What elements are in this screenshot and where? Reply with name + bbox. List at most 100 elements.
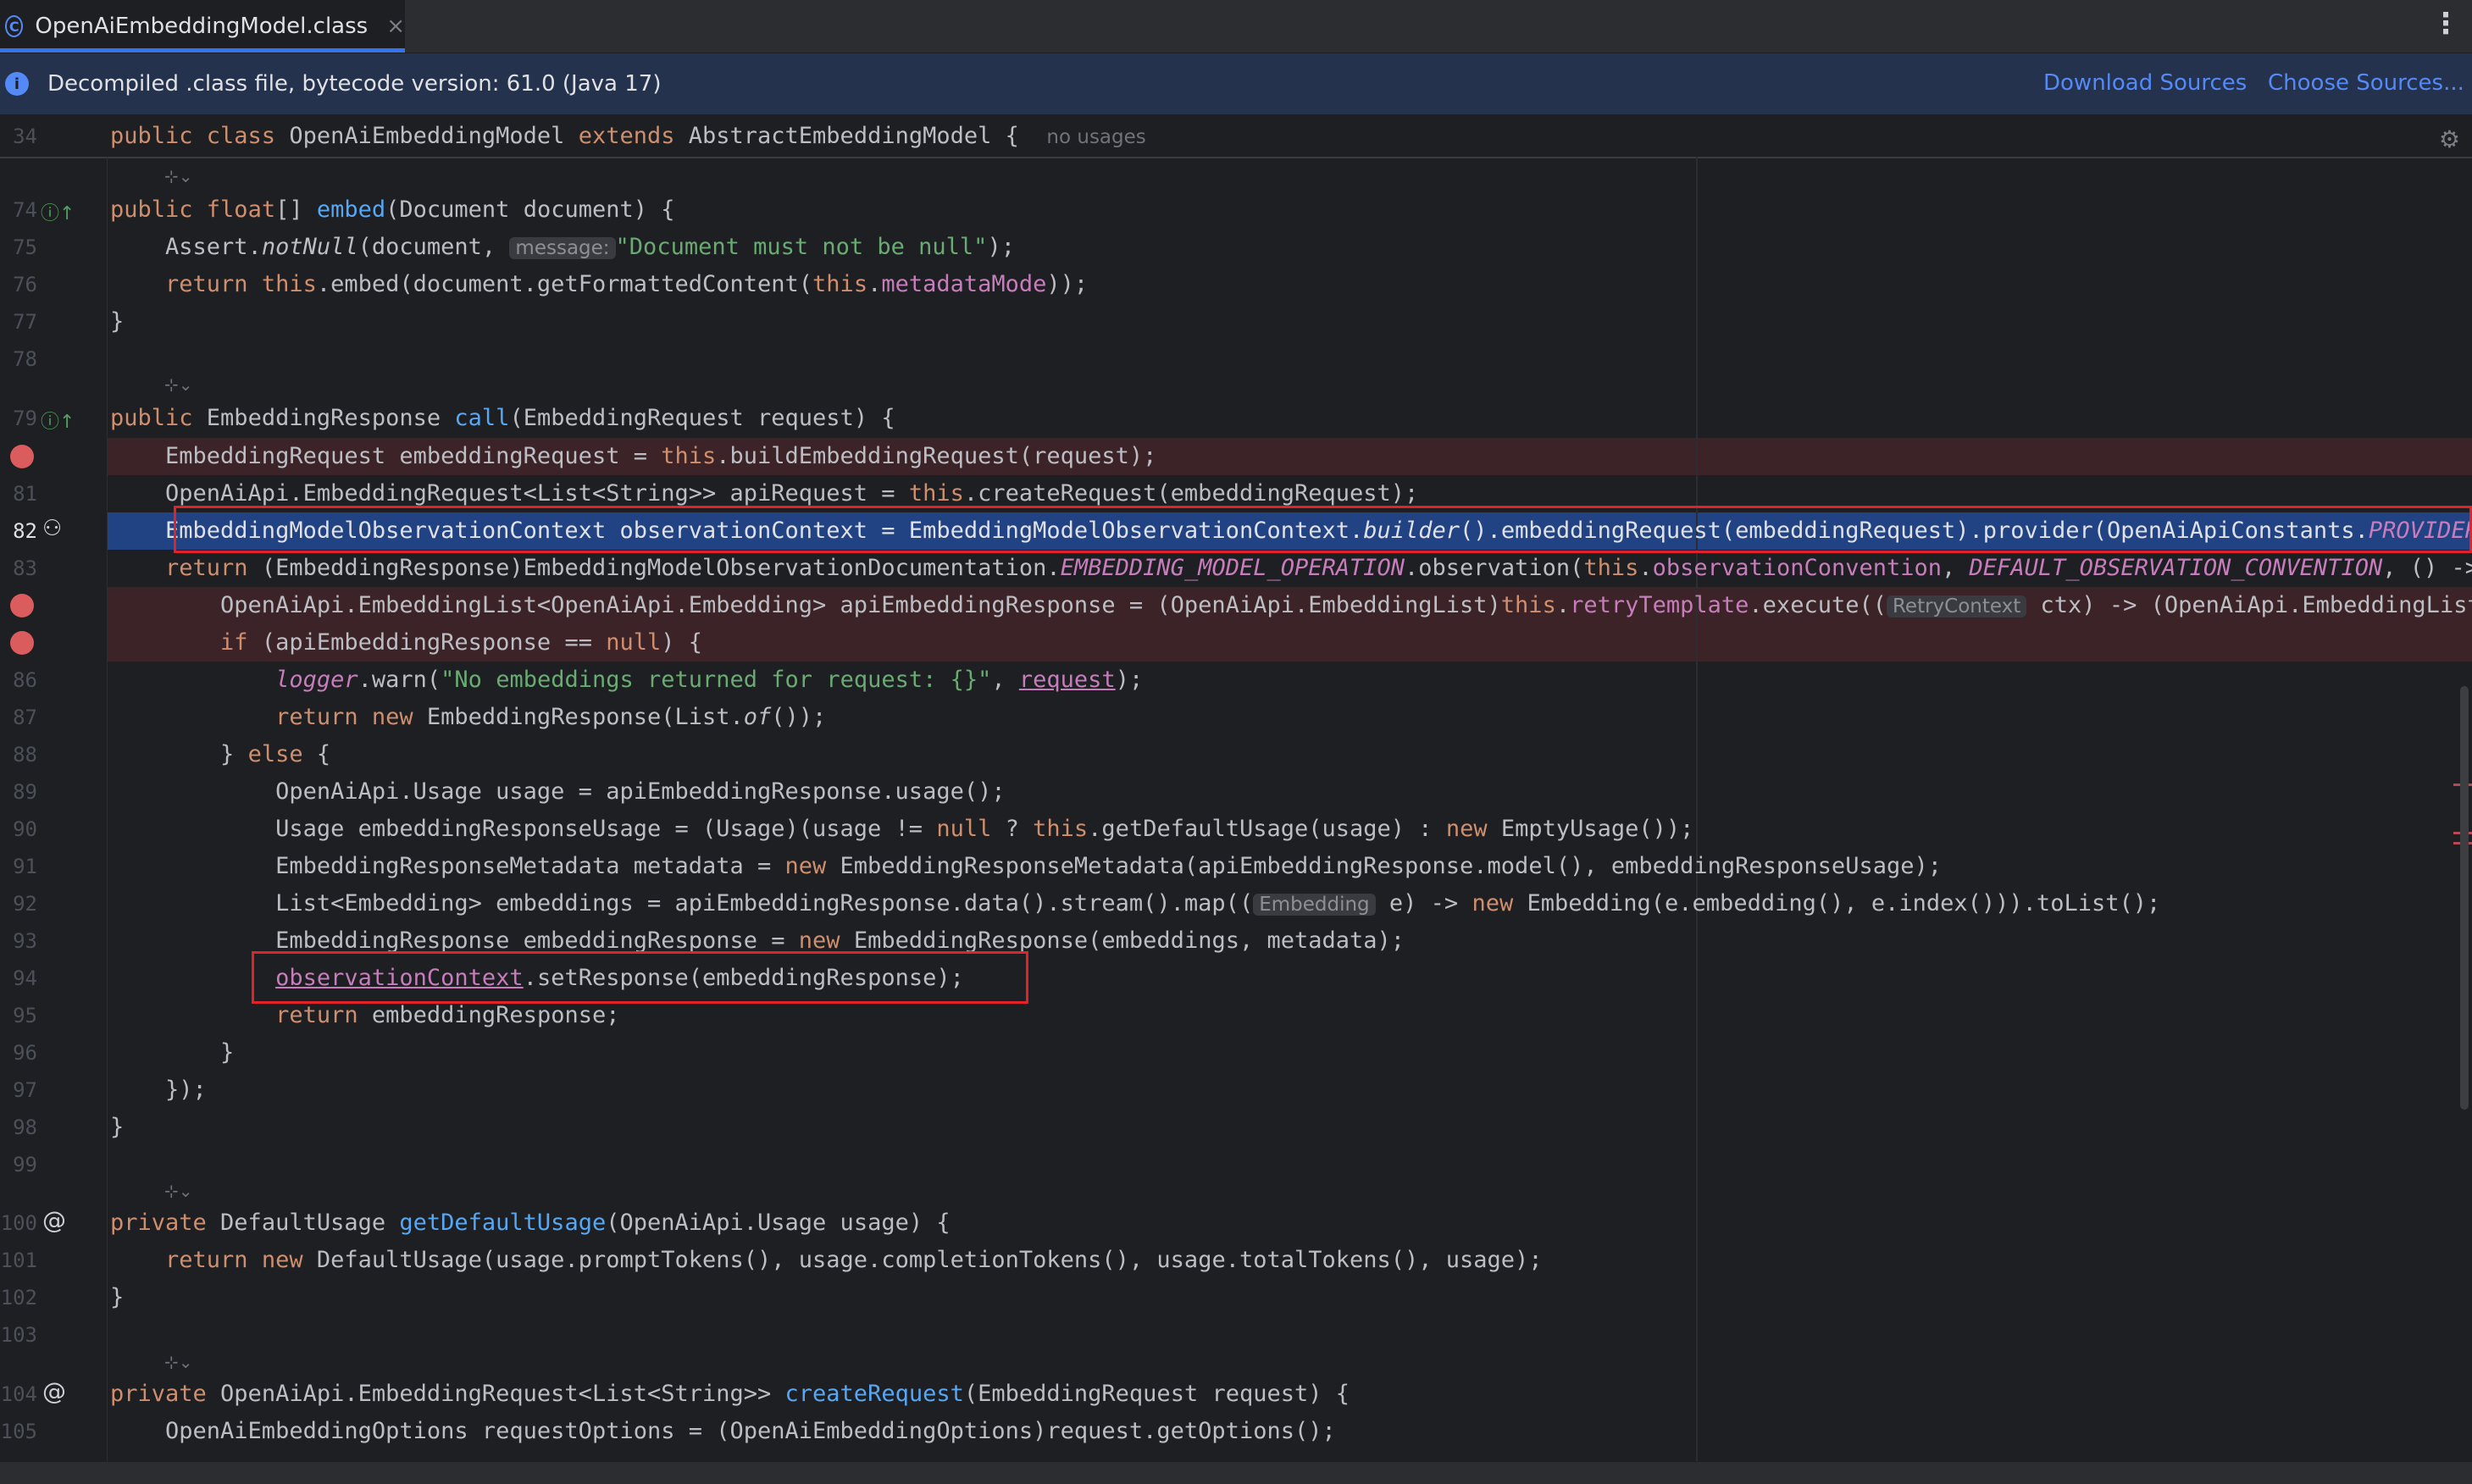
line-number: 79 xyxy=(13,407,37,430)
code-line[interactable]: 90 Usage embeddingResponseUsage = (Usage… xyxy=(0,811,2472,848)
code-line[interactable]: 102 } xyxy=(0,1279,2472,1316)
code-text: OpenAiApi.EmbeddingList<OpenAiApi.Embedd… xyxy=(110,592,2472,618)
vertical-scrollbar[interactable] xyxy=(2460,686,2469,1110)
line-number: 102 xyxy=(0,1286,37,1310)
breakpoint-icon[interactable] xyxy=(10,631,34,655)
code-line[interactable]: 105 OpenAiEmbeddingOptions requestOption… xyxy=(0,1413,2472,1450)
code-line[interactable]: 88 } else { xyxy=(0,736,2472,773)
class-icon: C xyxy=(5,15,24,37)
line-number: 104 xyxy=(0,1382,37,1406)
debug-execution-icon[interactable]: ⚇ xyxy=(42,516,62,541)
code-text: Assert.notNull(document, message: "Docume… xyxy=(110,234,1015,260)
download-sources-link[interactable]: Download Sources xyxy=(2043,70,2247,96)
line-number: 82 xyxy=(13,519,37,543)
code-text: private DefaultUsage getDefaultUsage(Ope… xyxy=(110,1210,951,1236)
info-icon: i xyxy=(5,72,29,96)
decompiled-info-bar: i Decompiled .class file, bytecode versi… xyxy=(0,53,2472,114)
line-number: 75 xyxy=(13,235,37,259)
fold-hint-icon[interactable]: ⊹⌄ xyxy=(164,1181,193,1201)
code-text: if (apiEmbeddingResponse == null) { xyxy=(220,629,703,656)
code-line[interactable]: 76 return this.embed(document.getFormatt… xyxy=(0,266,2472,303)
fold-hint-icon[interactable]: ⊹⌄ xyxy=(164,166,193,186)
line-number: 97 xyxy=(13,1078,37,1102)
editor-tab-bar: C OpenAiEmbeddingModel.class × ⋮ xyxy=(0,0,2472,53)
code-line[interactable]: 100 @ private DefaultUsage getDefaultUsa… xyxy=(0,1204,2472,1242)
code-line[interactable]: 97 }); xyxy=(0,1071,2472,1109)
line-number: 100 xyxy=(0,1211,37,1235)
line-number: 101 xyxy=(0,1249,37,1272)
code-text: }); xyxy=(110,1077,207,1103)
line-number: 34 xyxy=(13,125,37,148)
line-number: 94 xyxy=(13,966,37,990)
code-line[interactable]: 78 xyxy=(0,341,2472,378)
code-text: OpenAiEmbeddingOptions requestOptions = … xyxy=(110,1418,1336,1444)
code-line[interactable]: 87 return new EmbeddingResponse(List.of(… xyxy=(0,699,2472,736)
code-text: Usage embeddingResponseUsage = (Usage)(u… xyxy=(110,816,1694,842)
line-number: 93 xyxy=(13,929,37,953)
breakpoint-icon[interactable] xyxy=(10,594,34,617)
usages-hint[interactable]: no usages xyxy=(1046,126,1145,148)
close-icon[interactable]: × xyxy=(386,14,405,39)
code-line[interactable]: 86 logger.warn("No embeddings returned f… xyxy=(0,662,2472,699)
line-number: 99 xyxy=(13,1153,37,1177)
sticky-class-header[interactable]: 34 public class OpenAiEmbeddingModel ext… xyxy=(0,116,2472,158)
code-line[interactable]: OpenAiApi.EmbeddingList<OpenAiApi.Embedd… xyxy=(0,587,2472,624)
code-line[interactable]: 79 ⓘ↑ public EmbeddingResponse call(Embe… xyxy=(0,400,2472,437)
line-number: 87 xyxy=(13,706,37,729)
at-implementation-icon[interactable]: @ xyxy=(42,1206,66,1234)
code-text: EmbeddingResponseMetadata metadata = new… xyxy=(110,853,1942,879)
code-line[interactable]: 75 Assert.notNull(document, message: "Doc… xyxy=(0,229,2472,266)
override-icon[interactable]: ⓘ↑ xyxy=(41,407,75,434)
line-number: 81 xyxy=(13,482,37,506)
code-text: OpenAiApi.Usage usage = apiEmbeddingResp… xyxy=(110,778,1006,805)
code-text: } xyxy=(110,308,125,335)
code-text: public EmbeddingResponse call(EmbeddingR… xyxy=(110,405,895,431)
line-number: 86 xyxy=(13,668,37,692)
code-line[interactable]: 98 } xyxy=(0,1109,2472,1146)
code-text: } xyxy=(110,1039,235,1066)
line-number: 90 xyxy=(13,817,37,841)
override-icon[interactable]: ⓘ↑ xyxy=(41,198,75,225)
code-text: public float[] embed(Document document) … xyxy=(110,197,675,223)
gear-icon[interactable]: ⚙ xyxy=(2439,125,2460,153)
line-number: 76 xyxy=(13,273,37,296)
sticky-code: public class OpenAiEmbeddingModel extend… xyxy=(110,123,1146,149)
parameter-hint: message: xyxy=(509,237,616,259)
line-number: 83 xyxy=(13,556,37,580)
line-number: 98 xyxy=(13,1116,37,1139)
type-hint: Embedding xyxy=(1253,894,1376,916)
code-line[interactable]: 89 OpenAiApi.Usage usage = apiEmbeddingR… xyxy=(0,773,2472,811)
code-line[interactable]: 74 ⓘ↑ public float[] embed(Document docu… xyxy=(0,191,2472,229)
more-icon[interactable]: ⋮ xyxy=(2431,7,2460,41)
code-text: private OpenAiApi.EmbeddingRequest<List<… xyxy=(110,1381,1350,1407)
line-number: 74 xyxy=(13,198,37,222)
active-tab-indicator xyxy=(0,48,405,53)
info-message: Decompiled .class file, bytecode version… xyxy=(47,71,662,97)
line-number: 89 xyxy=(13,780,37,804)
tab-openai-embedding-model[interactable]: C OpenAiEmbeddingModel.class × xyxy=(0,0,405,53)
code-line[interactable]: 92 List<Embedding> embeddings = apiEmbed… xyxy=(0,885,2472,922)
line-number: 77 xyxy=(13,310,37,334)
line-number: 103 xyxy=(0,1323,37,1347)
code-line[interactable]: 83 return (EmbeddingResponse)EmbeddingMo… xyxy=(0,550,2472,587)
code-text: } xyxy=(110,1284,125,1310)
choose-sources-link[interactable]: Choose Sources... xyxy=(2268,70,2464,96)
code-line[interactable]: 77 } xyxy=(0,303,2472,341)
code-text: return (EmbeddingResponse)EmbeddingModel… xyxy=(165,555,2472,581)
code-line[interactable]: 91 EmbeddingResponseMetadata metadata = … xyxy=(0,848,2472,885)
breakpoint-icon[interactable] xyxy=(10,445,34,468)
code-line[interactable]: if (apiEmbeddingResponse == null) { xyxy=(0,624,2472,662)
line-number: 95 xyxy=(13,1004,37,1027)
fold-hint-icon[interactable]: ⊹⌄ xyxy=(164,1352,193,1372)
at-implementation-icon[interactable]: @ xyxy=(42,1377,66,1405)
code-line[interactable]: 101 return new DefaultUsage(usage.prompt… xyxy=(0,1242,2472,1279)
code-line[interactable]: 96 } xyxy=(0,1034,2472,1071)
code-line[interactable]: 99 xyxy=(0,1146,2472,1183)
code-line[interactable]: 103 xyxy=(0,1316,2472,1354)
line-number: 91 xyxy=(13,855,37,878)
horizontal-scrollbar[interactable] xyxy=(0,1462,2472,1484)
code-line[interactable]: 104 @ private OpenAiApi.EmbeddingRequest… xyxy=(0,1376,2472,1413)
line-number: 92 xyxy=(13,892,37,916)
code-line[interactable]: EmbeddingRequest embeddingRequest = this… xyxy=(0,438,2472,475)
code-text: return new EmbeddingResponse(List.of()); xyxy=(275,704,827,730)
